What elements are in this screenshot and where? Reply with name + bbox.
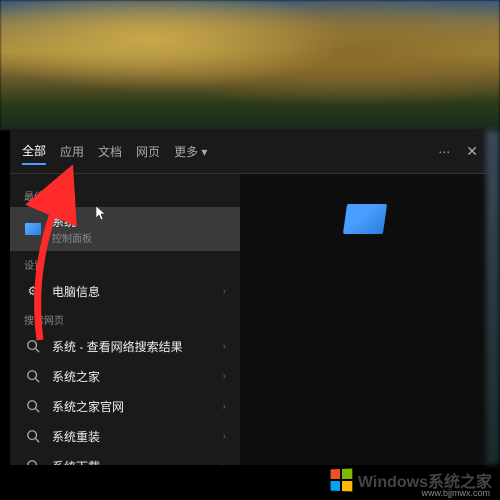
search-icon [24, 397, 42, 415]
preview-pane [240, 174, 490, 465]
tab-more[interactable]: 更多 ▾ [174, 139, 207, 164]
section-best-match: 最佳匹配 [10, 182, 240, 207]
web-item-3[interactable]: 系统重装 › [10, 421, 240, 451]
chevron-right-icon: › [223, 286, 226, 297]
search-icon [24, 337, 42, 355]
chevron-right-icon: › [223, 401, 226, 412]
chevron-right-icon: › [223, 461, 226, 466]
search-icon [24, 427, 42, 445]
search-panel: 全部 应用 文档 网页 更多 ▾ ⋯ ✕ 最佳匹配 系统 控制面板 设置 ⚙ 电… [10, 130, 490, 465]
close-icon[interactable]: ✕ [466, 143, 478, 160]
tab-docs[interactable]: 文档 [98, 139, 122, 164]
search-icon [24, 367, 42, 385]
search-tabs: 全部 应用 文档 网页 更多 ▾ ⋯ ✕ [10, 130, 490, 174]
right-edge-blur [486, 130, 500, 465]
watermark-url: www.bjjmwx.com [421, 488, 490, 498]
best-match-system[interactable]: 系统 控制面板 [10, 207, 240, 251]
search-icon [24, 457, 42, 465]
web-item-2[interactable]: 系统之家官网 › [10, 391, 240, 421]
results-list: 最佳匹配 系统 控制面板 设置 ⚙ 电脑信息 › 搜索网页 系统 - 查看网络搜… [10, 174, 240, 465]
monitor-icon [24, 220, 42, 238]
desktop-wallpaper [0, 0, 500, 130]
chevron-right-icon: › [223, 371, 226, 382]
web-item-1[interactable]: 系统之家 › [10, 361, 240, 391]
web-item-4[interactable]: 系统下载 › [10, 451, 240, 465]
chevron-right-icon: › [223, 341, 226, 352]
tab-apps[interactable]: 应用 [60, 139, 84, 164]
tab-all[interactable]: 全部 [22, 138, 46, 165]
preview-monitor-icon [343, 204, 387, 234]
tab-web[interactable]: 网页 [136, 139, 160, 164]
chevron-right-icon: › [223, 431, 226, 442]
more-options-icon[interactable]: ⋯ [438, 145, 452, 159]
web-item-0[interactable]: 系统 - 查看网络搜索结果 › [10, 331, 240, 361]
settings-item-pcinfo[interactable]: ⚙ 电脑信息 › [10, 276, 240, 306]
windows-logo-icon [330, 469, 352, 492]
gear-icon: ⚙ [24, 282, 42, 300]
section-search-web: 搜索网页 [10, 306, 240, 331]
section-settings: 设置 [10, 251, 240, 276]
